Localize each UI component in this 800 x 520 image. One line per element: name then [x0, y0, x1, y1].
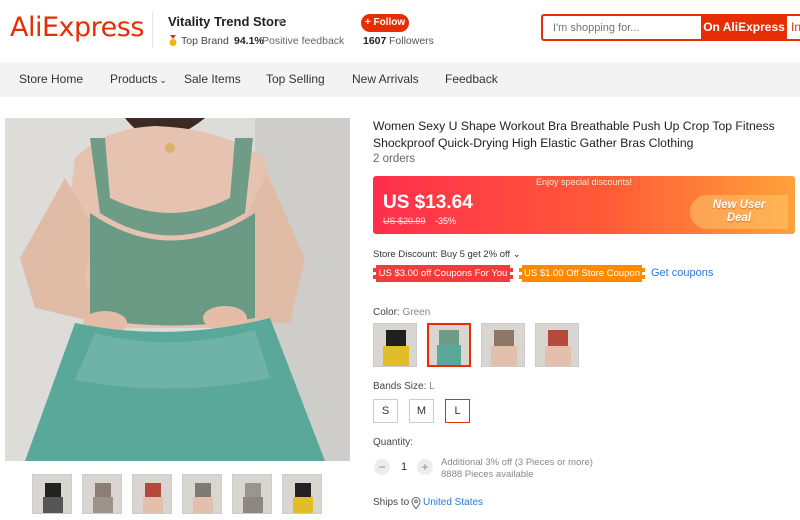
quantity-decrease-button[interactable]: −	[374, 459, 390, 475]
pieces-available: 8888 Pieces available	[441, 469, 534, 480]
chevron-down-icon: ⌄	[512, 249, 521, 260]
color-value: Green	[402, 307, 431, 318]
product-main-image[interactable]	[5, 118, 350, 461]
quantity-label: Quantity:	[373, 437, 414, 448]
color-label-text: Color:	[373, 307, 400, 318]
search-on-aliexpress-button[interactable]: On AliExpress	[701, 14, 787, 41]
nav-top-selling[interactable]: Top Selling	[266, 62, 325, 97]
size-label-text: Bands Size:	[373, 381, 427, 392]
nav-sale-items[interactable]: Sale Items	[184, 62, 241, 97]
coupon-3-off[interactable]: US $3.00 off Coupons For You	[373, 265, 513, 282]
quantity-value[interactable]: 1	[396, 459, 412, 475]
nav-new-arrivals[interactable]: New Arrivals	[352, 62, 419, 97]
store-name[interactable]: Vitality Trend Store	[168, 14, 286, 29]
followers-count: 1607	[363, 35, 387, 47]
store-nav: Store Home Products ⌄ Sale Items Top Sell…	[0, 62, 800, 97]
swatch-khaki-icon	[482, 324, 524, 366]
orders-count: 2 orders	[373, 153, 416, 165]
color-swatch-black[interactable]	[373, 323, 417, 367]
thumb-grey-back-icon	[183, 475, 221, 513]
color-swatch-green[interactable]	[427, 323, 471, 367]
store-dropdown-icon[interactable]: ▼	[276, 17, 284, 26]
thumbnail-3[interactable]	[132, 474, 172, 514]
quantity-increase-button[interactable]: +	[417, 459, 433, 475]
thumbnail-5[interactable]	[232, 474, 272, 514]
new-user-deal-badge: New User Deal	[690, 195, 788, 229]
thumb-red-top-icon	[133, 475, 171, 513]
feedback-label: Positive feedback	[262, 35, 345, 47]
coupon-1-off[interactable]: US $1.00 Off Store Coupon	[519, 265, 645, 282]
aliexpress-logo[interactable]: AliExpress	[10, 12, 144, 43]
followers-label: Followers	[389, 35, 434, 47]
nav-store-home[interactable]: Store Home	[19, 62, 83, 97]
original-price: US $20.99	[383, 216, 426, 226]
store-discount-text: Store Discount: Buy 5 get 2% off	[373, 249, 511, 260]
size-option-s[interactable]: S	[373, 399, 398, 423]
deal-line-1: New User	[712, 199, 766, 211]
search-in-store-button[interactable]: In	[787, 14, 800, 41]
follow-button[interactable]: + Follow	[361, 14, 409, 32]
medal-icon	[169, 35, 177, 46]
product-title: Women Sexy U Shape Workout Bra Breathabl…	[373, 119, 775, 150]
thumbnail-1[interactable]	[32, 474, 72, 514]
size-option-m[interactable]: M	[409, 399, 434, 423]
size-option-l[interactable]: L	[445, 399, 470, 423]
top-brand-label: Top Brand	[181, 35, 229, 47]
chevron-down-icon: ⌄	[159, 75, 167, 85]
deal-line-2: Deal	[726, 212, 752, 224]
current-price: US $13.64	[383, 192, 473, 213]
thumbnail-6[interactable]	[282, 474, 322, 514]
nav-products[interactable]: Products ⌄	[110, 62, 167, 97]
location-pin-icon	[411, 497, 421, 509]
store-header: AliExpress Vitality Trend Store ▼ Top Br…	[0, 0, 800, 60]
ships-to-label: Ships to	[373, 497, 410, 508]
thumb-grey-top-icon	[83, 475, 121, 513]
thumb-grey-side-icon	[233, 475, 271, 513]
thumb-black-top-icon	[33, 475, 71, 513]
thumbnail-4[interactable]	[182, 474, 222, 514]
promo-text: Enjoy special discounts!	[535, 177, 633, 187]
size-label: Bands Size: L	[373, 381, 435, 392]
thumb-yellow-top-icon	[283, 475, 321, 513]
ship-to-country-link[interactable]: United States	[423, 497, 483, 508]
swatch-green-icon	[429, 325, 469, 365]
color-swatch-khaki[interactable]	[481, 323, 525, 367]
get-coupons-link[interactable]: Get coupons	[651, 267, 713, 279]
discount-percent: -35%	[435, 216, 457, 226]
nav-products-label: Products	[110, 72, 158, 86]
nav-feedback[interactable]: Feedback	[445, 62, 498, 97]
swatch-black-icon	[374, 324, 416, 366]
color-swatch-red[interactable]	[535, 323, 579, 367]
product-photo	[5, 118, 350, 461]
thumbnail-2[interactable]	[82, 474, 122, 514]
swatch-red-icon	[536, 324, 578, 366]
feedback-percent: 94.1%	[234, 35, 264, 47]
store-discount-dropdown[interactable]: Store Discount: Buy 5 get 2% off ⌄	[373, 249, 521, 260]
header-divider	[152, 12, 153, 48]
search-input[interactable]	[541, 14, 701, 41]
quantity-discount-note: Additional 3% off (3 Pieces or more)	[441, 457, 593, 468]
size-value: L	[429, 381, 435, 392]
color-label: Color: Green	[373, 307, 430, 318]
